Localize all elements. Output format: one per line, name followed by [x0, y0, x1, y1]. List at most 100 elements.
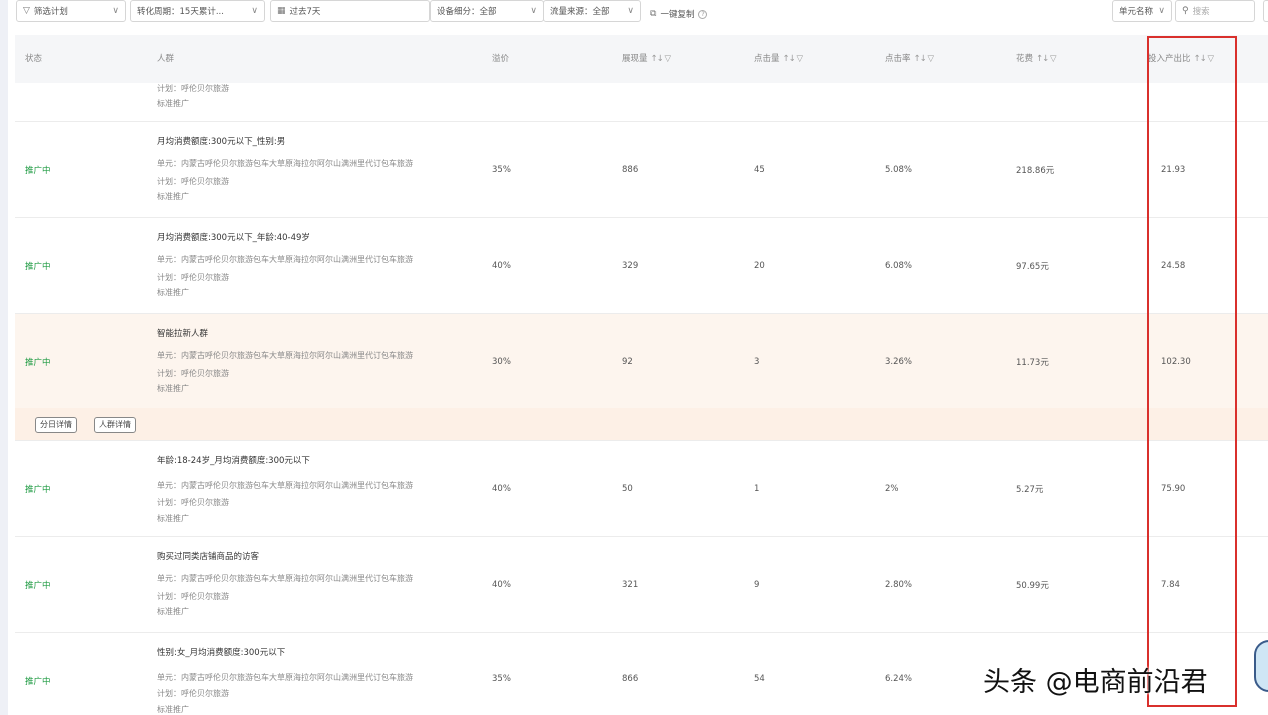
- header-clicks-label: 点击量: [754, 54, 780, 64]
- impressions-value: 92: [622, 356, 633, 367]
- status-text: 推广中: [25, 484, 51, 495]
- type-text: 标准推广: [157, 705, 189, 714]
- ctr-value: 6.08%: [885, 260, 913, 271]
- device-dropdown[interactable]: 设备细分：全部 ∨: [430, 0, 544, 22]
- daily-detail-button[interactable]: 分日详情: [35, 417, 77, 433]
- header-premium: 溢价: [492, 54, 510, 64]
- cost-value: 97.65元: [1016, 261, 1049, 272]
- table-row-partial: 计划：呼伦贝尔旅游 标准推广: [15, 83, 1268, 122]
- header-status: 状态: [25, 54, 43, 64]
- premium-value: 40%: [492, 260, 511, 271]
- cost-value: 5.27元: [1016, 484, 1044, 495]
- sort-filter-icon[interactable]: ↑↓ ▽: [1036, 54, 1057, 64]
- impressions-value: 866: [622, 674, 639, 684]
- header-crowd: 人群: [157, 54, 175, 64]
- roi-value: 102.30: [1161, 356, 1191, 367]
- header-impressions[interactable]: 展现量 ↑↓ ▽: [622, 52, 672, 64]
- table-row[interactable]: 推广中 月均消费额度:300元以下_性别:男 单元：内蒙古呼伦贝尔旅游包车大草原…: [15, 122, 1268, 218]
- unit-name-select[interactable]: 单元名称 ∨: [1112, 0, 1172, 22]
- watermark-badge-icon: [1254, 640, 1268, 692]
- header-ctr[interactable]: 点击率 ↑↓ ▽: [885, 52, 935, 64]
- roi-value: 75.90: [1161, 483, 1186, 494]
- clicks-value: 20: [754, 260, 765, 271]
- plan-text: 计划：呼伦贝尔旅游: [157, 689, 229, 698]
- impressions-value: 321: [622, 579, 639, 590]
- one-click-copy-label: 一键复制: [660, 10, 695, 20]
- cost-value: 50.99元: [1016, 580, 1049, 591]
- sort-filter-icon[interactable]: ↑↓ ▽: [914, 54, 935, 64]
- header-cost-label: 花费: [1016, 54, 1034, 64]
- table-row[interactable]: 推广中 年龄:18-24岁_月均消费额度:300元以下 单元：内蒙古呼伦贝尔旅游…: [15, 441, 1268, 537]
- ctr-value: 6.24%: [885, 674, 913, 684]
- date-range-picker[interactable]: ▦ 过去7天: [270, 0, 430, 22]
- unit-name-label: 单元名称: [1119, 7, 1154, 17]
- plan-text: 计划：呼伦贝尔旅游: [157, 498, 229, 507]
- unit-text: 单元：内蒙古呼伦贝尔旅游包车大草原海拉尔阿尔山满洲里代订包车旅游: [157, 574, 413, 583]
- chevron-down-icon: ∨: [530, 6, 537, 16]
- crowd-name: 月均消费额度:300元以下_年龄:40-49岁: [157, 233, 310, 243]
- filter-icon: ▽: [23, 6, 30, 16]
- status-text: 推广中: [25, 165, 51, 176]
- help-icon[interactable]: ?: [698, 9, 708, 19]
- crowd-name: 购买过同类店铺商品的访客: [157, 552, 260, 562]
- unit-text: 单元：内蒙古呼伦贝尔旅游包车大草原海拉尔阿尔山满洲里代订包车旅游: [157, 159, 413, 168]
- crowd-name: 年龄:18-24岁_月均消费额度:300元以下: [157, 456, 310, 466]
- unit-text: 单元：内蒙古呼伦贝尔旅游包车大草原海拉尔阿尔山满洲里代订包车旅游: [157, 351, 413, 360]
- header-cost[interactable]: 花费 ↑↓ ▽: [1016, 52, 1057, 64]
- clicks-value: 3: [754, 356, 760, 367]
- sort-filter-icon[interactable]: ↑↓ ▽: [783, 54, 804, 64]
- premium-value: 35%: [492, 164, 511, 175]
- calendar-icon: ▦: [277, 6, 286, 16]
- status-text: 推广中: [25, 357, 51, 368]
- conversion-period-dropdown[interactable]: 转化周期：15天累计... ∨: [130, 0, 265, 22]
- table-header: 状态 人群 溢价 展现量 ↑↓ ▽ 点击量 ↑↓ ▽ 点击率 ↑↓ ▽ 花费 ↑↓ ▽ …: [15, 35, 1268, 83]
- type-text: 标准推广: [157, 514, 189, 523]
- header-impressions-label: 展现量: [622, 54, 648, 64]
- clicks-value: 45: [754, 164, 765, 175]
- watermark-text: 头条 @电商前沿君: [983, 667, 1208, 698]
- plan-text: 计划：呼伦贝尔旅游: [157, 592, 229, 601]
- premium-value: 30%: [492, 356, 511, 367]
- type-text: 标准推广: [157, 384, 189, 393]
- plan-text: 计划：呼伦贝尔旅游: [157, 369, 229, 378]
- impressions-value: 329: [622, 260, 639, 271]
- premium-value: 40%: [492, 483, 511, 494]
- cut-off-control[interactable]: [1263, 0, 1268, 22]
- impressions-value: 886: [622, 164, 639, 175]
- status-text: 推广中: [25, 261, 51, 272]
- search-input[interactable]: ⚲ 搜索: [1175, 0, 1255, 22]
- premium-value: 40%: [492, 579, 511, 590]
- filter-plan-label: 筛选计划: [33, 7, 68, 17]
- crowd-name: 智能拉新人群: [157, 329, 209, 339]
- type-text: 标准推广: [157, 288, 189, 297]
- plan-text: 计划：呼伦贝尔旅游: [157, 84, 229, 93]
- sort-filter-icon[interactable]: ↑↓ ▽: [651, 54, 672, 64]
- chevron-down-icon: ∨: [627, 6, 634, 16]
- crowd-detail-button[interactable]: 人群详情: [94, 417, 136, 433]
- header-ctr-label: 点击率: [885, 54, 911, 64]
- traffic-source-dropdown[interactable]: 流量来源：全部 ∨: [543, 0, 641, 22]
- filter-plan-dropdown[interactable]: ▽ 筛选计划 ∨: [16, 0, 126, 22]
- header-roi[interactable]: 投入产出比 ↑↓ ▽: [1148, 52, 1215, 64]
- cost-value: 218.86元: [1016, 165, 1055, 176]
- header-clicks[interactable]: 点击量 ↑↓ ▽: [754, 52, 804, 64]
- header-roi-label: 投入产出比: [1148, 54, 1191, 64]
- search-icon: ⚲: [1182, 6, 1189, 16]
- crowd-name: 性别:女_月均消费额度:300元以下: [157, 648, 286, 658]
- sort-filter-icon[interactable]: ↑↓ ▽: [1194, 54, 1215, 64]
- plan-text: 计划：呼伦贝尔旅游: [157, 177, 229, 186]
- table-row[interactable]: 推广中 月均消费额度:300元以下_年龄:40-49岁 单元：内蒙古呼伦贝尔旅游…: [15, 218, 1268, 314]
- search-placeholder: 搜索: [1192, 7, 1210, 17]
- one-click-copy-button[interactable]: ⧉ 一键复制 ?: [650, 3, 708, 25]
- ctr-value: 2%: [885, 483, 899, 494]
- plan-text: 计划：呼伦贝尔旅游: [157, 273, 229, 282]
- table-row[interactable]: 推广中 购买过同类店铺商品的访客 单元：内蒙古呼伦贝尔旅游包车大草原海拉尔阿尔山…: [15, 537, 1268, 633]
- type-text: 标准推广: [157, 99, 189, 108]
- date-range-label: 过去7天: [289, 7, 321, 17]
- table-row-highlighted[interactable]: 推广中 智能拉新人群 单元：内蒙古呼伦贝尔旅游包车大草原海拉尔阿尔山满洲里代订包…: [15, 314, 1268, 410]
- clicks-value: 9: [754, 579, 760, 590]
- clicks-value: 1: [754, 483, 760, 494]
- chevron-down-icon: ∨: [1158, 6, 1165, 16]
- left-sidebar-edge: [0, 0, 8, 715]
- ctr-value: 2.80%: [885, 579, 913, 590]
